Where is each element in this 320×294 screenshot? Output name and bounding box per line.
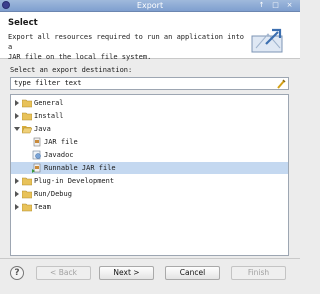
maximize-icon[interactable]: ↑ <box>257 1 266 10</box>
expand-arrow-icon[interactable] <box>14 178 20 184</box>
tree-item-label: Java <box>34 125 51 133</box>
window-title: Export <box>136 1 164 10</box>
tree-item-install[interactable]: Install <box>11 110 288 122</box>
title-bar: Export ↑ □ × <box>0 0 300 12</box>
folder-icon <box>22 177 32 186</box>
tree-item-label: Runnable JAR file <box>44 164 116 172</box>
expand-arrow-icon[interactable] <box>14 191 20 197</box>
folder-icon <box>22 203 32 212</box>
expand-arrow-icon[interactable] <box>14 204 20 210</box>
help-button[interactable]: ? <box>10 266 24 280</box>
wizard-header: Select Export all resources required to … <box>0 12 300 62</box>
tree-item-javadoc[interactable]: Javadoc <box>11 149 288 161</box>
tree-item-label: Run/Debug <box>34 190 72 198</box>
filter-text: type filter text <box>14 79 82 87</box>
restore-icon[interactable]: □ <box>271 1 280 10</box>
folder-icon <box>22 99 32 108</box>
tree-item-label: Plug-in Development <box>34 177 115 185</box>
export-banner-icon <box>251 28 283 53</box>
tree-item-label: General <box>34 99 64 107</box>
expand-arrow-icon[interactable] <box>14 113 20 119</box>
collapse-arrow-icon[interactable] <box>14 126 20 132</box>
next-button[interactable]: Next > <box>99 266 154 280</box>
description-line-2: JAR file on the local file system. <box>8 53 152 61</box>
close-icon[interactable]: × <box>285 1 294 10</box>
cancel-button[interactable]: Cancel <box>165 266 220 280</box>
finish-button[interactable]: Finish <box>231 266 286 280</box>
folder-open-icon <box>22 126 32 134</box>
destination-tree[interactable]: General Install Java JAR file Javadoc Ru… <box>10 94 289 256</box>
folder-icon <box>22 190 32 199</box>
clear-filter-icon[interactable] <box>276 79 286 89</box>
tree-item-team[interactable]: Team <box>11 201 288 213</box>
folder-icon <box>22 112 32 121</box>
javadoc-icon <box>32 150 41 160</box>
destination-label: Select an export destination: <box>10 66 133 74</box>
tree-item-label: Javadoc <box>44 151 74 159</box>
tree-item-run-debug[interactable]: Run/Debug <box>11 188 288 200</box>
description-line-1: Export all resources required to run an … <box>8 33 245 51</box>
page-title: Select <box>8 18 38 28</box>
tree-item-java[interactable]: Java <box>11 123 288 135</box>
filter-input[interactable]: type filter text <box>10 77 289 90</box>
tree-item-label: JAR file <box>44 138 78 146</box>
button-bar-separator <box>0 258 300 259</box>
runnable-jar-icon <box>32 163 41 173</box>
page-description: Export all resources required to run an … <box>8 32 248 62</box>
expand-arrow-icon[interactable] <box>14 100 20 106</box>
tree-item-label: Team <box>34 203 51 211</box>
tree-item-general[interactable]: General <box>11 97 288 109</box>
tree-item-label: Install <box>34 112 64 120</box>
tree-item-jar-file[interactable]: JAR file <box>11 136 288 148</box>
jar-file-icon <box>33 137 41 147</box>
tree-item-runnable-jar-file[interactable]: Runnable JAR file <box>11 162 288 174</box>
back-button[interactable]: < Back <box>36 266 91 280</box>
tree-item-plug-in-development[interactable]: Plug-in Development <box>11 175 288 187</box>
